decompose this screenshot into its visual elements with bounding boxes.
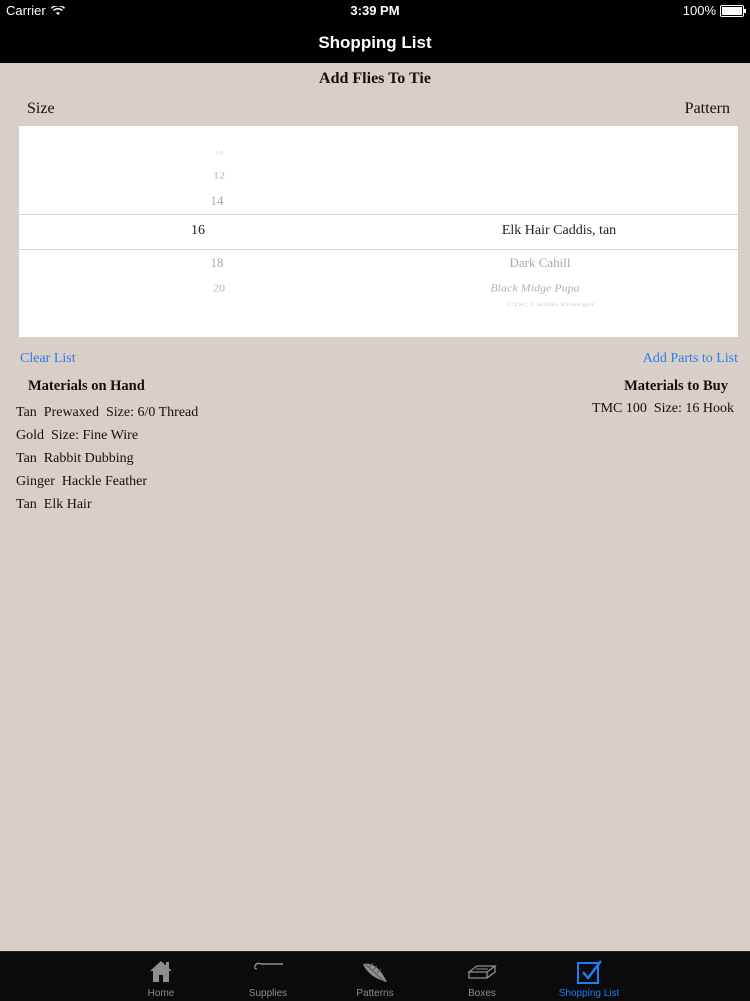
selected-pattern[interactable]: Elk Hair Caddis, tan — [409, 223, 709, 239]
clear-list-button[interactable]: Clear List — [20, 351, 76, 367]
tab-boxes[interactable]: Boxes — [429, 952, 536, 1001]
nav-bar: Shopping List — [0, 22, 750, 63]
tab-patterns-label: Patterns — [356, 988, 394, 999]
clock: 3:39 PM — [350, 3, 400, 18]
add-parts-button[interactable]: Add Parts to List — [643, 351, 738, 367]
tab-shopping-list-label: Shopping List — [558, 988, 620, 999]
checkbox-icon — [577, 960, 602, 984]
selected-size[interactable]: 16 — [158, 223, 238, 239]
materials-to-buy-list: TMC 100 Size: 16 Hook — [592, 401, 734, 424]
add-flies-title: Add Flies To Tie — [319, 70, 431, 87]
materials-on-hand-list: Tan Prewaxed Size: 6/0 Thread Gold Size:… — [16, 405, 198, 520]
patterns-icon — [363, 962, 387, 983]
list-item: Tan Elk Hair — [16, 497, 92, 512]
supplies-icon — [254, 962, 283, 970]
pattern-option[interactable]: Dark Cahill — [390, 255, 690, 271]
size-option[interactable]: 10 — [179, 150, 259, 156]
fly-picker[interactable]: 10 12 14 16 18 20 Elk Hair Caddis, tan D… — [19, 126, 738, 337]
tab-supplies-label: Supplies — [248, 988, 288, 999]
boxes-icon — [467, 965, 497, 979]
tab-boxes-label: Boxes — [468, 988, 496, 999]
size-option[interactable]: 12 — [179, 170, 259, 182]
tab-bar: Home Supplies Patterns Boxes Shopping Li… — [0, 951, 750, 1001]
tab-home[interactable]: Home — [108, 952, 215, 1001]
size-column-label: Size — [27, 100, 55, 117]
status-bar: Carrier 3:39 PM 100% — [0, 0, 750, 22]
tab-patterns[interactable]: Patterns — [322, 952, 429, 1001]
battery-icon — [720, 4, 746, 17]
battery-indicator: 100% — [682, 3, 746, 18]
materials-to-buy-title: Materials to Buy — [624, 378, 728, 394]
battery-percent: 100% — [682, 3, 716, 18]
list-item: Ginger Hackle Feather — [16, 474, 147, 489]
size-option[interactable]: 18 — [177, 255, 257, 271]
pattern-column-label: Pattern — [684, 100, 730, 117]
tab-shopping-list[interactable]: Shopping List — [536, 952, 643, 1001]
pattern-option[interactable]: CDC Caddis Emerger — [401, 302, 701, 308]
list-item: Tan Prewaxed Size: 6/0 Thread — [16, 405, 199, 420]
size-option[interactable]: 14 — [177, 193, 257, 209]
list-item: Tan Rabbit Dubbing — [16, 451, 134, 466]
home-icon — [150, 961, 172, 982]
tab-supplies[interactable]: Supplies — [215, 952, 322, 1001]
size-option[interactable]: 20 — [179, 282, 259, 295]
page-title: Shopping List — [318, 32, 432, 52]
tab-home-label: Home — [147, 988, 175, 999]
materials-on-hand-title: Materials on Hand — [28, 378, 145, 394]
list-item: Gold Size: Fine Wire — [16, 428, 139, 443]
pattern-option[interactable]: Black Midge Pupa — [385, 282, 685, 295]
list-item: TMC 100 Size: 16 Hook — [592, 401, 734, 416]
